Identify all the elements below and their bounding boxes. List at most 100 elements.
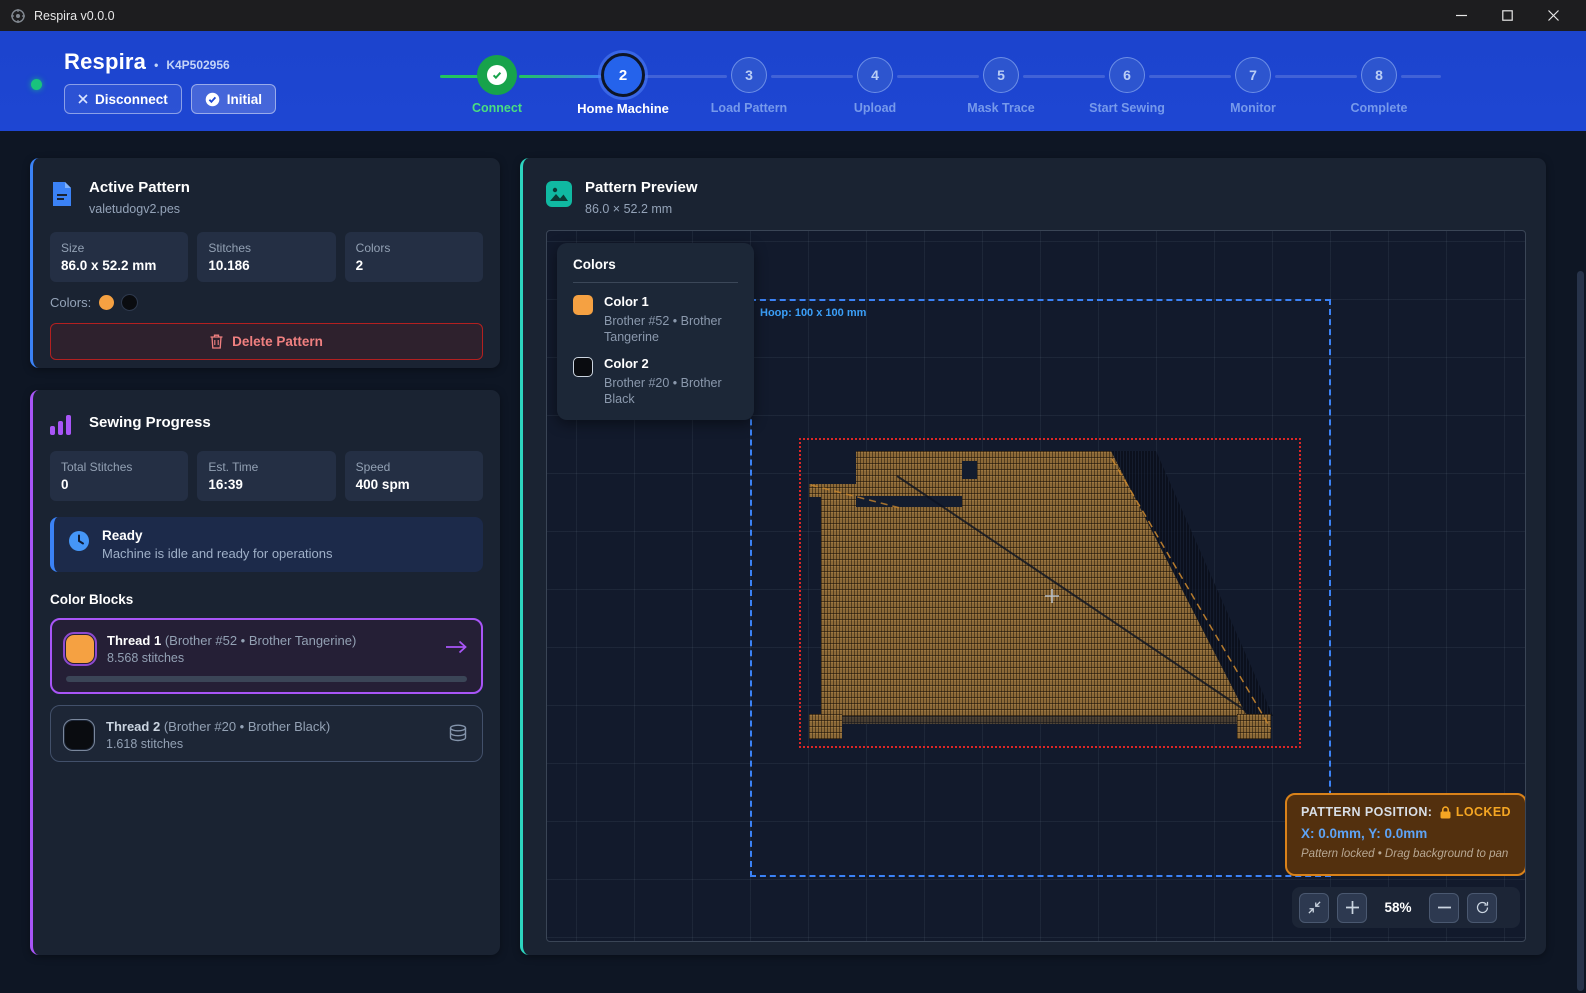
step-monitor[interactable]: 7 Monitor [1190,31,1316,115]
stat-label: Total Stitches [61,460,177,474]
legend-color-desc: Brother #20 • Brother Black [604,375,738,408]
check-icon [491,69,503,81]
fit-to-screen-icon [1307,900,1322,915]
legend-color-name: Color 1 [604,294,738,309]
document-icon [50,181,74,207]
status-desc: Machine is idle and ready for operations [102,546,333,561]
disconnect-button[interactable]: Disconnect [64,84,182,114]
app-name: Respira [64,49,146,75]
thread-1-swatch [66,635,94,663]
pattern-preview-card: Pattern Preview 86.0 × 52.2 mm Hoop: 100… [520,158,1546,955]
pattern-filename: valetudogv2.pes [89,202,190,216]
machine-serial: K4P502956 [166,58,229,72]
trash-icon [210,334,223,349]
zoom-out-button[interactable] [1429,893,1459,923]
image-icon [546,181,572,207]
step-connect[interactable]: Connect [434,31,560,115]
stat-colors: Colors 2 [345,232,483,282]
thread-name: Thread 2 [106,719,160,734]
step-home-machine[interactable]: 2 Home Machine [560,31,686,116]
thread-2-swatch [65,721,93,749]
step-upload[interactable]: 4 Upload [812,31,938,115]
close-button[interactable] [1530,0,1576,31]
legend-title: Colors [573,257,738,272]
thread-name: Thread 1 [107,633,161,648]
minus-icon [1438,901,1451,914]
fit-to-screen-button[interactable] [1299,893,1329,923]
app-logo-icon [10,8,26,24]
zoom-toolbar: 58% [1292,887,1520,928]
step-label: Complete [1316,101,1442,115]
step-label: Upload [812,101,938,115]
clock-icon [68,530,90,552]
separator-dot: • [154,58,158,72]
thread-2-card[interactable]: Thread 2 (Brother #20 • Brother Black) 1… [50,705,483,762]
step-start-sewing[interactable]: 6 Start Sewing [1064,31,1190,115]
main-content: Active Pattern valetudogv2.pes Size 86.0… [0,131,1586,993]
thread-1-card[interactable]: Thread 1 (Brother #52 • Brother Tangerin… [50,618,483,694]
stat-value: 10.186 [208,258,324,273]
pan-hint: Pattern locked • Drag background to pan [1301,848,1511,860]
colors-legend: Colors Color 1 Brother #52 • Brother Tan… [557,243,754,420]
check-circle-icon [205,92,220,107]
stat-total-stitches: Total Stitches 0 [50,451,188,501]
maximize-icon [1502,10,1513,21]
x-icon [78,94,88,104]
active-pattern-card: Active Pattern valetudogv2.pes Size 86.0… [30,158,500,368]
vertical-scrollbar-thumb[interactable] [1577,271,1584,991]
step-label: Home Machine [560,101,686,116]
stat-label: Colors [356,241,472,255]
status-title: Ready [102,528,333,543]
step-mask-trace[interactable]: 5 Mask Trace [938,31,1064,115]
minimize-icon [1456,10,1467,21]
zoom-in-button[interactable] [1337,893,1367,923]
stat-stitches: Stitches 10.186 [197,232,335,282]
step-number: 5 [983,57,1019,93]
step-load-pattern[interactable]: 3 Load Pattern [686,31,812,115]
legend-color-desc: Brother #52 • Brother Tangerine [604,313,738,346]
step-number: 2 [601,53,645,97]
app-header: Respira • K4P502956 Disconnect Initial [0,31,1586,131]
reset-view-button[interactable] [1467,893,1497,923]
legend-swatch-orange [573,295,593,315]
legend-color-name: Color 2 [604,356,738,371]
stat-label: Speed [356,460,472,474]
initial-button[interactable]: Initial [191,84,276,114]
legend-item-color-1: Color 1 Brother #52 • Brother Tangerine [573,294,738,346]
step-number: 3 [731,57,767,93]
stat-label: Size [61,241,177,255]
colors-label: Colors: [50,295,91,310]
thread-stitch-count: 8.568 stitches [107,651,356,665]
step-complete[interactable]: 8 Complete [1316,31,1442,115]
plus-icon [1346,901,1359,914]
stat-value: 0 [61,477,177,492]
delete-pattern-label: Delete Pattern [232,334,323,349]
stat-value: 2 [356,258,472,273]
step-label: Monitor [1190,101,1316,115]
preview-canvas[interactable]: Hoop: 100 x 100 mm [546,230,1526,942]
legend-swatch-black [573,357,593,377]
layers-stack-icon [448,724,468,742]
minimize-button[interactable] [1438,0,1484,31]
thread-detail: (Brother #52 • Brother Tangerine) [165,633,356,648]
step-label: Connect [434,101,560,115]
embroidery-pattern[interactable] [809,451,1271,739]
lock-icon [1440,806,1451,819]
stat-label: Est. Time [208,460,324,474]
step-number: 7 [1235,57,1271,93]
thread-stitch-count: 1.618 stitches [106,737,330,751]
disconnect-label: Disconnect [95,92,168,107]
machine-status-banner: Ready Machine is idle and ready for oper… [50,517,483,572]
pattern-position-overlay: PATTERN POSITION: LOCKED X: 0.0mm, Y: 0.… [1285,793,1526,876]
delete-pattern-button[interactable]: Delete Pattern [50,323,483,360]
hoop-label: Hoop: 100 x 100 mm [760,307,866,319]
pattern-dimensions: 86.0 × 52.2 mm [585,202,698,216]
locked-badge: LOCKED [1456,805,1511,819]
thread-1-progress-bar [66,676,467,682]
stat-value: 16:39 [208,477,324,492]
refresh-icon [1475,900,1490,915]
stat-value: 400 spm [356,477,472,492]
stat-value: 86.0 x 52.2 mm [61,258,177,273]
maximize-button[interactable] [1484,0,1530,31]
arrow-right-icon [445,640,467,654]
